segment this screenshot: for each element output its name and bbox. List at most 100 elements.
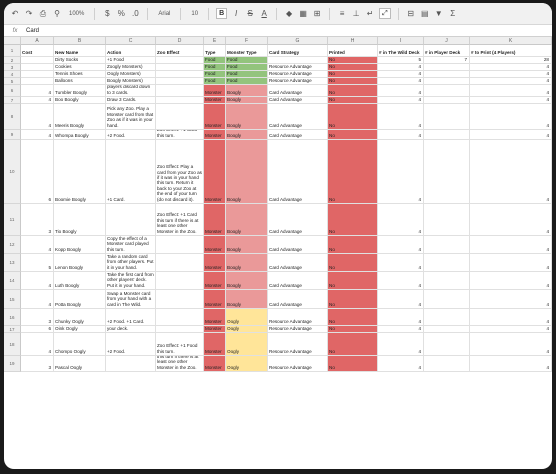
cell-zoo-effect[interactable] <box>156 272 204 290</box>
cell-action[interactable]: +1 Food. Other players discard down to 3… <box>106 85 156 97</box>
cell-monster-type[interactable]: Food <box>226 64 268 71</box>
cell-player-deck[interactable] <box>424 97 470 104</box>
row-number[interactable]: 5 <box>4 78 21 85</box>
cell-name[interactable]: Lenon Boogly <box>54 254 106 272</box>
cell-action[interactable]: Take a random card from other players. P… <box>106 254 156 272</box>
cell-zoo-effect[interactable]: Zoo Effect: Play a card from your Zoo as… <box>156 140 204 204</box>
cell-type[interactable]: Monster <box>204 326 226 333</box>
row-number[interactable]: 7 <box>4 97 21 104</box>
cell-zoo-effect[interactable]: Zoo Effect: +1 Food this turn if there i… <box>156 356 204 372</box>
cell-printed[interactable]: No <box>328 85 378 97</box>
cell-action[interactable]: +2 Food. <box>106 130 156 140</box>
cell-name[interactable]: Cookies <box>54 64 106 71</box>
row-number[interactable]: 6 <box>4 85 21 97</box>
row-number[interactable]: 12 <box>4 236 21 254</box>
cell-cost[interactable]: 4 <box>21 272 54 290</box>
link-icon[interactable]: ⊟ <box>406 9 416 19</box>
cell-monster-type[interactable]: Boogly <box>226 130 268 140</box>
cell-name[interactable]: Boomie Boogly <box>54 140 106 204</box>
cell-player-deck[interactable] <box>424 254 470 272</box>
cell-printed[interactable]: No <box>328 140 378 204</box>
cell-action[interactable]: Draw 3 Cards. <box>106 97 156 104</box>
select-all-corner[interactable] <box>4 37 21 45</box>
column-header-h[interactable]: H <box>328 37 378 45</box>
cell-printed[interactable]: No <box>328 272 378 290</box>
cell-name[interactable]: Tio Boogly <box>54 204 106 236</box>
cell-wild-deck[interactable]: 4 <box>378 236 424 254</box>
cell-cost[interactable]: 4 <box>21 130 54 140</box>
cell-action[interactable]: +2 Food (Only for Oogly Monsters) <box>106 71 156 78</box>
cell-printed[interactable]: No <box>328 104 378 130</box>
cell-zoo-effect[interactable] <box>156 97 204 104</box>
row-number[interactable]: 8 <box>4 104 21 130</box>
row-number[interactable]: 11 <box>4 204 21 236</box>
cell-action[interactable]: +2 Food. <box>106 333 156 356</box>
cell-wild-deck[interactable]: 4 <box>378 104 424 130</box>
cell-name[interactable]: Boo Boogly <box>54 97 106 104</box>
cell-monster-type[interactable]: Food <box>226 71 268 78</box>
header-cell-monster-type[interactable]: Monster Type <box>226 45 268 57</box>
cell-type[interactable]: Food <box>204 78 226 85</box>
cell-wild-deck[interactable]: 4 <box>378 356 424 372</box>
row-number[interactable]: 2 <box>4 57 21 64</box>
cell-name[interactable]: Dirty Socks <box>54 57 106 64</box>
cell-to-print[interactable]: 4 <box>470 333 552 356</box>
cell-card-strategy[interactable]: Card Advantage <box>268 85 328 97</box>
cell-type[interactable]: Monster <box>204 272 226 290</box>
cell-printed[interactable]: No <box>328 236 378 254</box>
cell-monster-type[interactable]: Boogly <box>226 104 268 130</box>
cell-type[interactable]: Food <box>204 57 226 64</box>
cell-wild-deck[interactable]: 4 <box>378 309 424 326</box>
cell-to-print[interactable]: 4 <box>470 309 552 326</box>
cell-printed[interactable]: No <box>328 309 378 326</box>
cell-player-deck[interactable] <box>424 140 470 204</box>
column-header-g[interactable]: G <box>268 37 328 45</box>
cell-monster-type[interactable]: Food <box>226 57 268 64</box>
cell-monster-type[interactable]: Oogly <box>226 309 268 326</box>
header-cell-type[interactable]: Type <box>204 45 226 57</box>
cell-type[interactable]: Monster <box>204 204 226 236</box>
cell-zoo-effect[interactable] <box>156 326 204 333</box>
cell-printed[interactable]: No <box>328 326 378 333</box>
header-cell-wild-deck[interactable]: # in The Wild Deck <box>378 45 424 57</box>
cell-to-print[interactable]: 4 <box>470 272 552 290</box>
cell-player-deck[interactable] <box>424 309 470 326</box>
currency-icon[interactable]: $ <box>102 9 112 19</box>
header-cell-card-strategy[interactable]: Card Strategy <box>268 45 328 57</box>
column-header-k[interactable]: K <box>470 37 552 45</box>
cell-cost[interactable]: 4 <box>21 104 54 130</box>
cell-wild-deck[interactable]: 4 <box>378 272 424 290</box>
cell-monster-type[interactable]: Boogly <box>226 97 268 104</box>
header-cell-action[interactable]: Action <box>106 45 156 57</box>
cell-type[interactable]: Monster <box>204 290 226 309</box>
cell-action[interactable]: Swap a Monster card from your hand with … <box>106 290 156 309</box>
cell-player-deck[interactable]: 7 <box>424 57 470 64</box>
cell-wild-deck[interactable]: 4 <box>378 64 424 71</box>
row-number[interactable]: 3 <box>4 64 21 71</box>
cell-cost[interactable]: 3 <box>21 309 54 326</box>
cell-to-print[interactable]: 4 <box>470 356 552 372</box>
header-cell-zoo-effect[interactable]: Zoo Effect <box>156 45 204 57</box>
row-number[interactable]: 1 <box>4 45 21 57</box>
column-header-e[interactable]: E <box>204 37 226 45</box>
rotate-text-icon[interactable]: ⤢ <box>379 8 391 19</box>
cell-card-strategy[interactable]: Card Advantage <box>268 140 328 204</box>
cell-name[interactable]: Kopp Boogly <box>54 236 106 254</box>
cell-monster-type[interactable]: Boogly <box>226 140 268 204</box>
cell-card-strategy[interactable]: Resource Advantage <box>268 326 328 333</box>
cell-type[interactable]: Monster <box>204 236 226 254</box>
cell-printed[interactable]: No <box>328 130 378 140</box>
filter-icon[interactable]: ▼ <box>434 9 444 19</box>
cell-player-deck[interactable] <box>424 204 470 236</box>
cell-type[interactable]: Monster <box>204 333 226 356</box>
cell-type[interactable]: Monster <box>204 356 226 372</box>
row-number[interactable]: 18 <box>4 333 21 356</box>
cell-card-strategy[interactable] <box>268 57 328 64</box>
cell-name[interactable]: Meeris Boogly <box>54 104 106 130</box>
cell-card-strategy[interactable]: Card Advantage <box>268 290 328 309</box>
cell-wild-deck[interactable]: 4 <box>378 97 424 104</box>
cell-printed[interactable]: No <box>328 254 378 272</box>
row-number[interactable]: 15 <box>4 290 21 309</box>
cell-type[interactable]: Food <box>204 71 226 78</box>
column-header-i[interactable]: I <box>378 37 424 45</box>
